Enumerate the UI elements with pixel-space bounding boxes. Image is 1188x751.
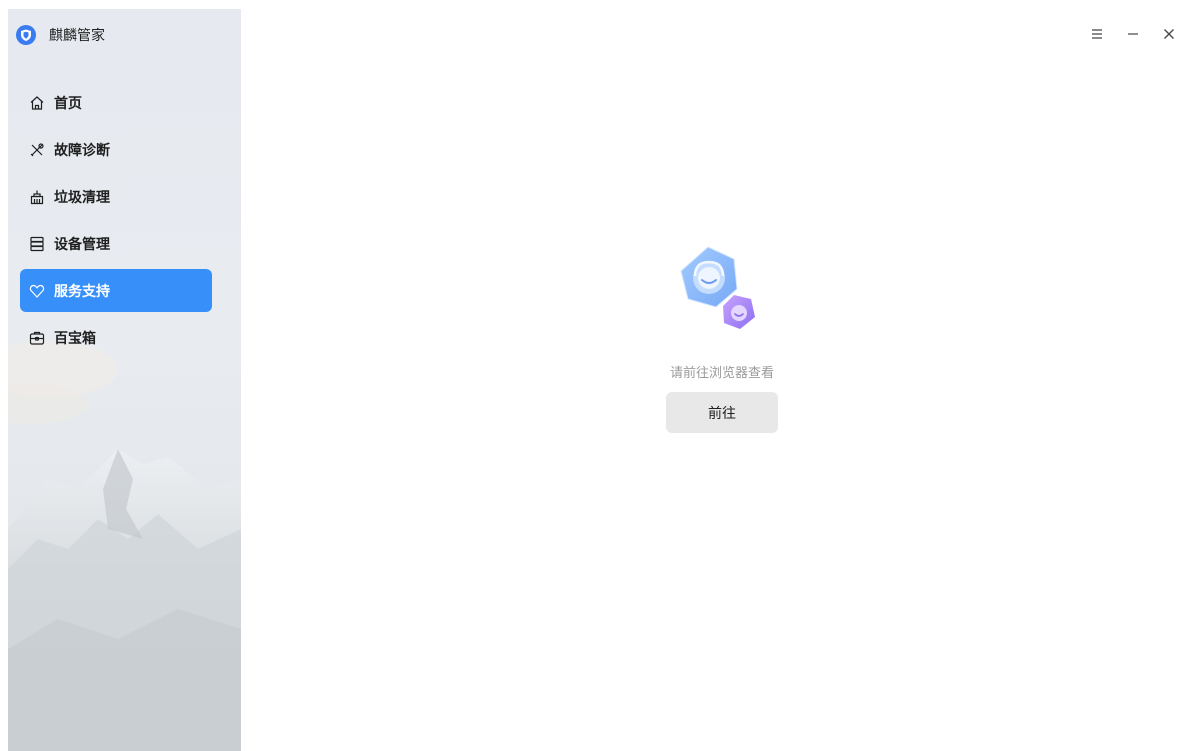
empty-state-message: 请前往浏览器查看: [669, 366, 774, 381]
sidebar-item-label: 垃圾清理: [54, 189, 110, 206]
sidebar: 麒麟管家 首页 故障诊断 垃圾清理 设备管理 服务支持 百宝箱: [8, 9, 241, 751]
sidebar-item-devices[interactable]: 设备管理: [20, 222, 212, 265]
tools-icon: [29, 142, 45, 158]
app-header: 麒麟管家: [16, 24, 105, 46]
sidebar-item-label: 首页: [54, 95, 82, 112]
home-icon: [29, 95, 45, 111]
sidebar-item-service-support[interactable]: 服务支持: [20, 269, 212, 312]
app-window: 麒麟管家 首页 故障诊断 垃圾清理 设备管理 服务支持 百宝箱 请前往浏览器查看…: [0, 0, 1188, 751]
sidebar-item-diagnosis[interactable]: 故障诊断: [20, 128, 212, 171]
heart-icon: [29, 283, 45, 299]
shield-icon: [16, 25, 36, 45]
sidebar-item-toolbox[interactable]: 百宝箱: [20, 316, 212, 359]
sidebar-item-label: 百宝箱: [54, 330, 96, 347]
broom-icon: [29, 189, 45, 205]
sidebar-item-cleanup[interactable]: 垃圾清理: [20, 175, 212, 218]
toolbox-icon: [29, 330, 45, 346]
go-button[interactable]: 前往: [666, 392, 778, 433]
sidebar-item-home[interactable]: 首页: [20, 81, 212, 124]
main-content: 请前往浏览器查看 前往: [241, 0, 1188, 751]
sidebar-item-label: 设备管理: [54, 236, 110, 253]
customer-service-icon: [671, 243, 781, 343]
device-icon: [29, 236, 45, 252]
sidebar-item-label: 故障诊断: [54, 142, 110, 159]
app-title: 麒麟管家: [49, 28, 105, 44]
sidebar-item-label: 服务支持: [54, 283, 110, 300]
sidebar-nav: 首页 故障诊断 垃圾清理 设备管理 服务支持 百宝箱: [20, 81, 212, 363]
